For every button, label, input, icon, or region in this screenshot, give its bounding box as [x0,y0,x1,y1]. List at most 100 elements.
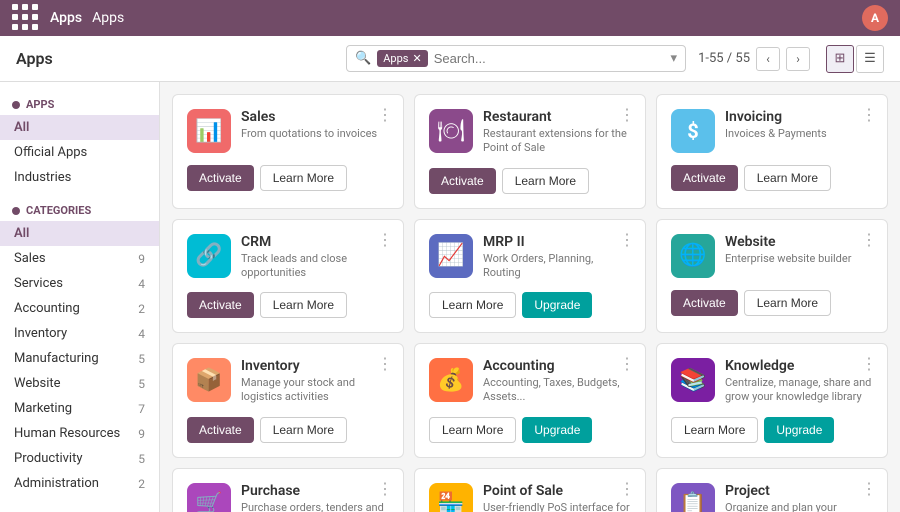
sidebar-cat-marketing[interactable]: Marketing7 [0,396,159,421]
app-actions: ActivateLearn More [187,417,389,443]
sidebar-cat-services[interactable]: Services4 [0,271,159,296]
grid-view-button[interactable]: ⊞ [826,45,854,73]
app-info: MRP II Work Orders, Planning, Routing [483,234,631,281]
sidebar-cat-hr[interactable]: Human Resources9 [0,421,159,446]
card-menu-icon[interactable]: ⋮ [377,479,393,498]
page-title: Apps [16,49,76,68]
app-card: ⋮ 🔗 CRM Track leads and close opportunit… [172,219,404,334]
learn-more-button[interactable]: Learn More [429,292,516,318]
app-actions: ActivateLearn More [429,168,631,194]
learn-more-button[interactable]: Learn More [671,417,758,443]
learn-more-button[interactable]: Learn More [502,168,589,194]
app-card: ⋮ 🌐 Website Enterprise website builder A… [656,219,888,334]
app-icon: 📦 [187,358,231,402]
upgrade-button[interactable]: Upgrade [764,417,834,443]
user-avatar[interactable]: A [862,5,888,31]
activate-button[interactable]: Activate [187,417,254,443]
app-grid-icon[interactable] [12,4,40,32]
sidebar-item-official[interactable]: Official Apps [0,140,159,165]
card-menu-icon[interactable]: ⋮ [861,479,877,498]
app-name: Invoicing [725,109,873,125]
activate-button[interactable]: Activate [671,165,738,191]
app-name: Purchase [241,483,389,499]
search-dropdown-icon[interactable]: ▾ [671,51,678,66]
app-card-header: 📈 MRP II Work Orders, Planning, Routing [429,234,631,281]
pagination: 1-55 / 55 ‹ › [698,47,810,71]
activate-button[interactable]: Activate [429,168,496,194]
app-info: Invoicing Invoices & Payments [725,109,873,141]
sidebar-cat-website[interactable]: Website5 [0,371,159,396]
sidebar-cat-all[interactable]: All [0,221,159,246]
sidebar-cat-accounting[interactable]: Accounting2 [0,296,159,321]
app-card: ⋮ 📊 Sales From quotations to invoices Ac… [172,94,404,209]
app-name: Accounting [483,358,631,374]
app-icon: $ [671,109,715,153]
card-menu-icon[interactable]: ⋮ [377,105,393,124]
page-prev-button[interactable]: ‹ [756,47,780,71]
app-icon: 💰 [429,358,473,402]
sidebar-cat-manufacturing[interactable]: Manufacturing5 [0,346,159,371]
upgrade-button[interactable]: Upgrade [522,417,592,443]
app-desc: Track leads and close opportunities [241,252,389,281]
upgrade-button[interactable]: Upgrade [522,292,592,318]
activate-button[interactable]: Activate [187,165,254,191]
app-card: ⋮ 💰 Accounting Accounting, Taxes, Budget… [414,343,646,458]
card-menu-icon[interactable]: ⋮ [377,230,393,249]
activate-button[interactable]: Activate [671,290,738,316]
sidebar-section-apps: APPS [0,92,159,115]
card-menu-icon[interactable]: ⋮ [619,354,635,373]
list-view-button[interactable]: ☰ [856,45,884,73]
learn-more-button[interactable]: Learn More [260,417,347,443]
app-card-header: $ Invoicing Invoices & Payments [671,109,873,153]
page-next-button[interactable]: › [786,47,810,71]
filter-tag[interactable]: Apps ✕ [377,50,427,67]
app-card-header: 📋 Project Organize and plan your project… [671,483,873,512]
app-desc: Accounting, Taxes, Budgets, Assets... [483,376,631,405]
sidebar-cat-productivity[interactable]: Productivity5 [0,446,159,471]
app-card: ⋮ $ Invoicing Invoices & Payments Activa… [656,94,888,209]
learn-more-button[interactable]: Learn More [744,165,831,191]
app-actions: ActivateLearn More [671,165,873,191]
search-container: 🔍 Apps ✕ ▾ [346,45,686,72]
learn-more-button[interactable]: Learn More [260,292,347,318]
sidebar-section-categories: CATEGORIES [0,198,159,221]
app-info: Project Organize and plan your projects [725,483,873,512]
card-menu-icon[interactable]: ⋮ [861,354,877,373]
app-icon: 🏪 [429,483,473,512]
sidebar-cat-inventory[interactable]: Inventory4 [0,321,159,346]
app-name: Point of Sale [483,483,631,499]
app-actions: Learn MoreUpgrade [671,417,873,443]
app-desc: Centralize, manage, share and grow your … [725,376,873,405]
card-menu-icon[interactable]: ⋮ [861,105,877,124]
app-desc: From quotations to invoices [241,127,389,141]
topbar: Apps Apps A [0,0,900,36]
app-name: Inventory [241,358,389,374]
card-menu-icon[interactable]: ⋮ [619,105,635,124]
card-menu-icon[interactable]: ⋮ [619,230,635,249]
app-info: Restaurant Restaurant extensions for the… [483,109,631,156]
app-card: ⋮ 📈 MRP II Work Orders, Planning, Routin… [414,219,646,334]
sidebar-cat-administration[interactable]: Administration2 [0,471,159,496]
app-actions: ActivateLearn More [671,290,873,316]
activate-button[interactable]: Activate [187,292,254,318]
app-icon: 📚 [671,358,715,402]
app-name: Restaurant [483,109,631,125]
learn-more-button[interactable]: Learn More [744,290,831,316]
card-menu-icon[interactable]: ⋮ [377,354,393,373]
search-input[interactable] [434,51,665,66]
learn-more-button[interactable]: Learn More [260,165,347,191]
card-menu-icon[interactable]: ⋮ [861,230,877,249]
filter-remove-icon[interactable]: ✕ [412,52,421,65]
app-desc: Work Orders, Planning, Routing [483,252,631,281]
app-info: Accounting Accounting, Taxes, Budgets, A… [483,358,631,405]
sidebar-cat-sales[interactable]: Sales9 [0,246,159,271]
app-actions: Learn MoreUpgrade [429,417,631,443]
app-info: Knowledge Centralize, manage, share and … [725,358,873,405]
app-icon: 🌐 [671,234,715,278]
app-desc: Manage your stock and logistics activiti… [241,376,389,405]
sidebar-item-all[interactable]: All [0,115,159,140]
learn-more-button[interactable]: Learn More [429,417,516,443]
app-name: CRM [241,234,389,250]
card-menu-icon[interactable]: ⋮ [619,479,635,498]
sidebar-item-industries[interactable]: Industries [0,165,159,190]
